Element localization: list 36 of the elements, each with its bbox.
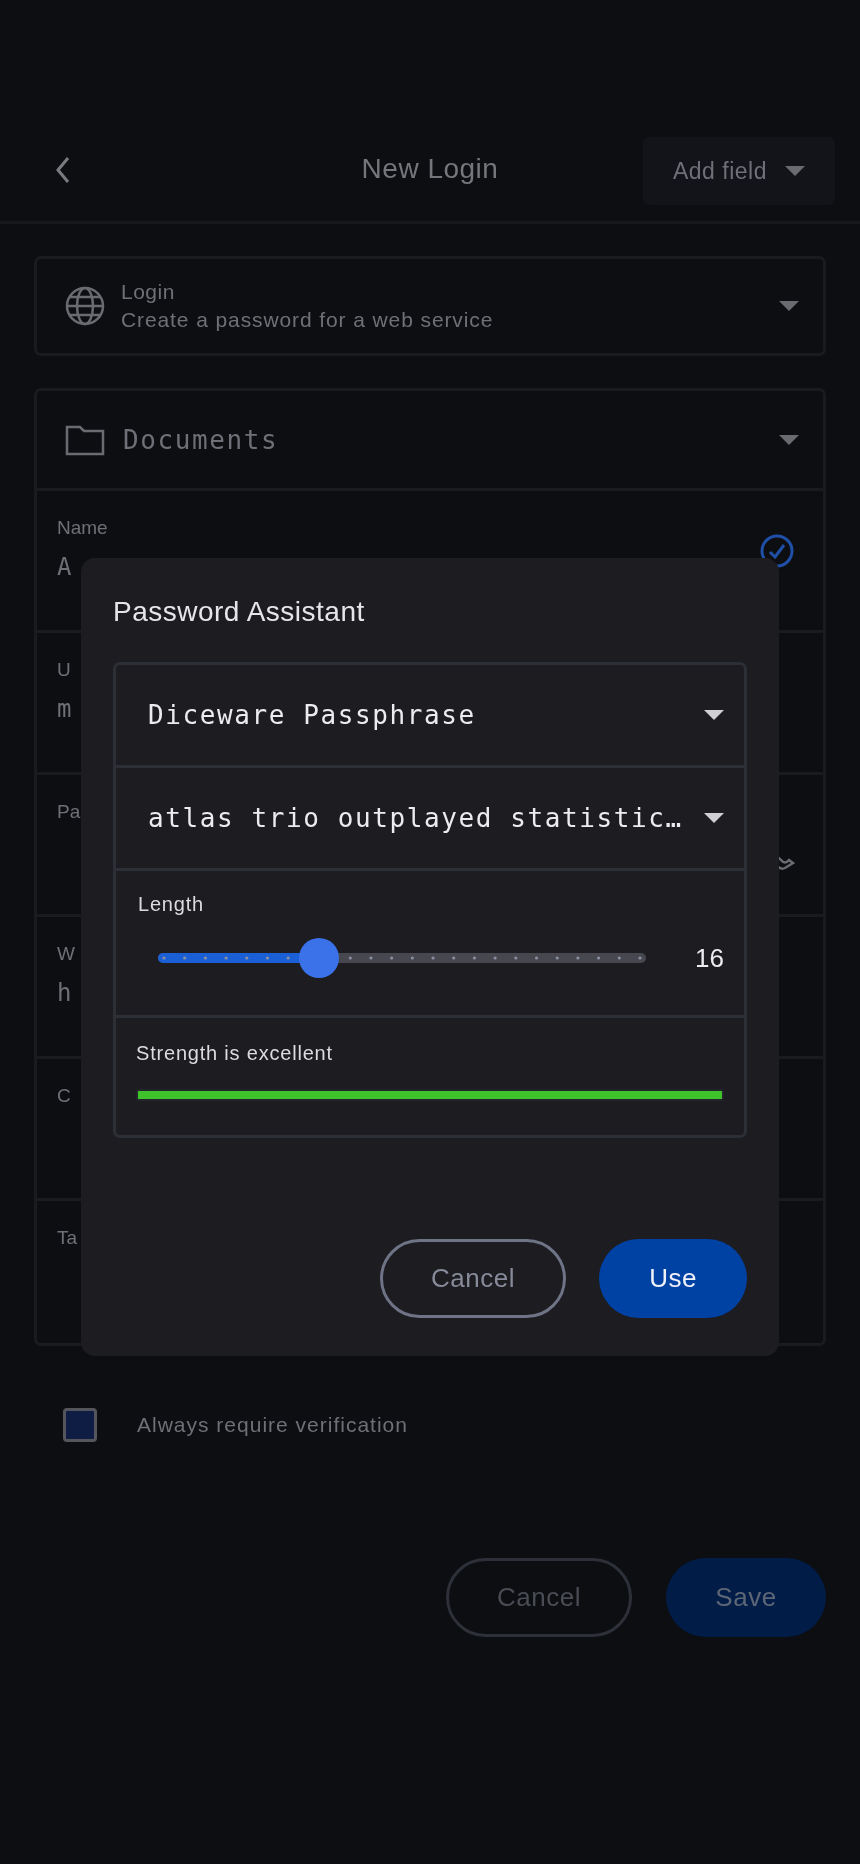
caret-icon [704,813,724,823]
checkbox-label: Always require verification [137,1413,408,1437]
caret-icon [785,166,805,176]
item-type-description: Create a password for a web service [121,308,495,332]
globe-icon [65,286,105,326]
field-label: Name [57,517,108,539]
cancel-button[interactable]: Cancel [380,1239,566,1318]
field-label: C [57,1085,71,1107]
dialog-title: Password Assistant [113,596,365,628]
back-icon[interactable] [55,156,71,184]
length-label: Length [138,893,204,916]
field-value: h [57,979,72,1007]
caret-icon [779,301,799,311]
password-select[interactable]: atlas trio outplayed statistic… [116,768,744,871]
use-button[interactable]: Use [599,1239,747,1318]
cancel-button[interactable]: Cancel [446,1558,632,1637]
verification-checkbox[interactable] [63,1408,97,1442]
folder-icon [65,423,105,456]
add-field-button[interactable]: Add field [643,137,835,205]
check-circle-icon [759,533,795,569]
field-label: W [57,943,75,965]
slider-thumb[interactable] [299,938,340,978]
strength-label: Strength is excellent [136,1042,333,1065]
field-label: U [57,659,71,681]
caret-icon [704,710,724,720]
page-title: New Login [361,153,499,185]
item-type-title: Login [121,280,176,304]
generator-select[interactable]: Diceware Passphrase [116,665,744,768]
item-type-select[interactable]: Login Create a password for a web service [34,256,826,356]
field-label: Pa [57,801,81,823]
folder-select[interactable]: Documents [37,391,823,491]
field-value: m [57,695,72,723]
save-button[interactable]: Save [666,1558,826,1637]
field-value: A [57,553,72,581]
length-value: 16 [695,942,724,974]
caret-icon [779,434,799,445]
